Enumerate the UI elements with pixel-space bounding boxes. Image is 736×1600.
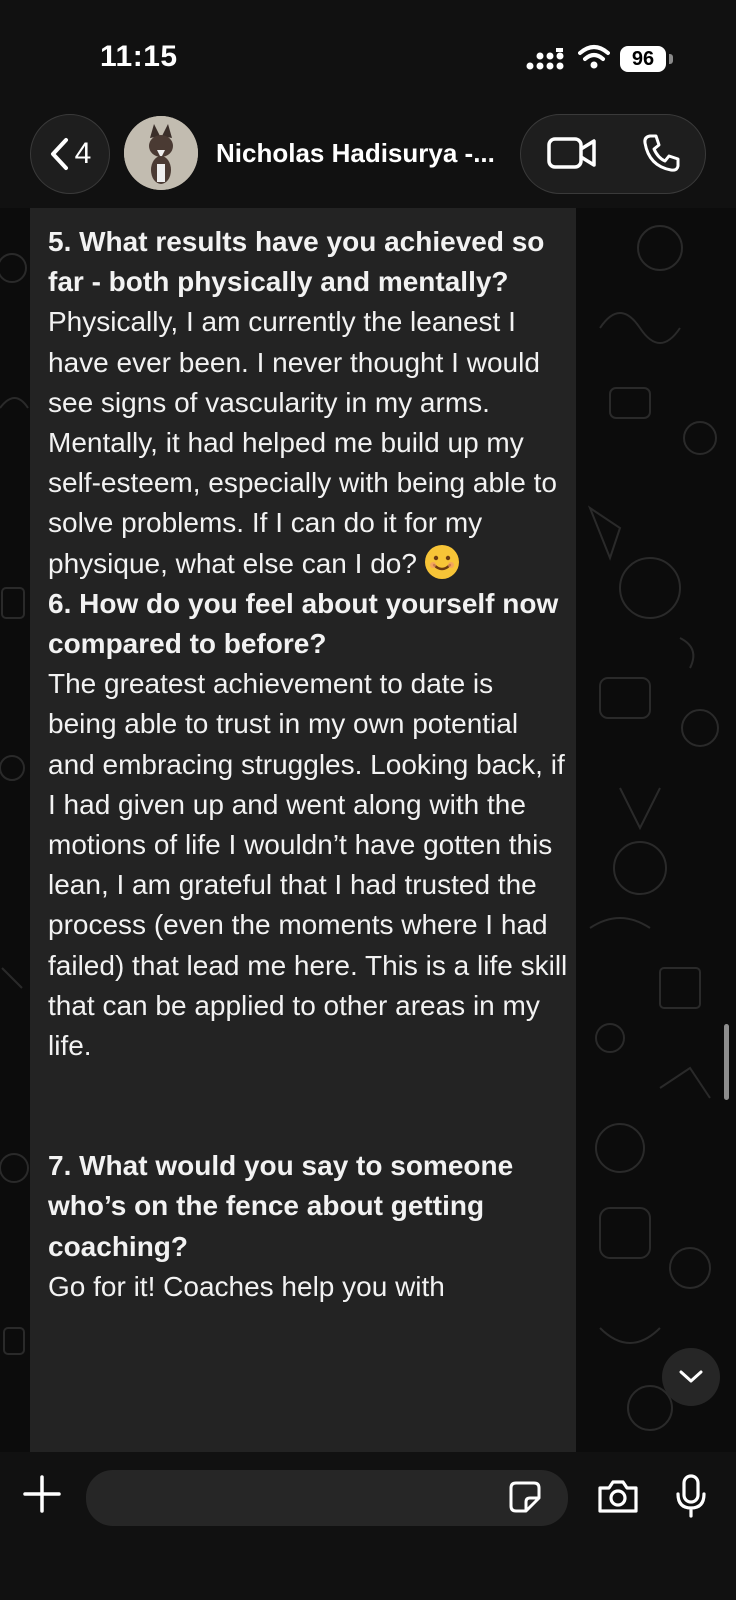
microphone-icon[interactable] [676, 1474, 706, 1518]
video-camera-icon[interactable] [547, 135, 597, 171]
scrollbar[interactable] [724, 1024, 729, 1100]
blank-lines [48, 1066, 568, 1146]
contact-avatar[interactable] [124, 116, 198, 190]
answer-6: The greatest achievement to date is bein… [48, 668, 568, 1062]
dog-photo-icon [124, 116, 198, 190]
status-bar: 11:15 96 [0, 0, 736, 110]
unread-count: 4 [74, 137, 92, 170]
chevron-left-icon [50, 138, 68, 170]
battery-tip [669, 54, 673, 64]
message-text: 5. What results have you achieved so far… [48, 222, 568, 1307]
sticker-icon[interactable] [508, 1480, 542, 1514]
phone-icon[interactable] [641, 133, 681, 173]
message-input[interactable] [86, 1470, 568, 1526]
scroll-to-bottom-button[interactable] [662, 1348, 720, 1406]
answer-5-mental-text: Mentally, it had helped me build up my s… [48, 427, 557, 579]
question-6: 6. How do you feel about yourself now co… [48, 587, 559, 660]
chevron-down-icon [679, 1370, 703, 1383]
cellular-signal-icon [526, 48, 564, 70]
plus-icon[interactable] [22, 1474, 62, 1514]
contact-name[interactable]: Nicholas Hadisurya -... [216, 138, 495, 169]
clock: 11:15 [100, 40, 178, 73]
answer-7-partial: Go for it! Coaches help you with [48, 1270, 445, 1302]
back-button[interactable]: 4 [30, 114, 110, 194]
answer-5-physical: Physically, I am currently the leanest I… [48, 306, 540, 418]
answer-5-mental: Mentally, it had helped me build up my s… [48, 423, 568, 584]
message-bubble[interactable]: 5. What results have you achieved so far… [30, 208, 576, 1452]
composer-bar [0, 1452, 736, 1600]
battery-level: 96 [620, 46, 666, 72]
smiling-face-emoji-icon [424, 544, 459, 579]
call-controls [520, 114, 706, 194]
camera-icon[interactable] [596, 1478, 640, 1514]
wifi-icon [578, 45, 610, 69]
question-7: 7. What would you say to someone who’s o… [48, 1150, 514, 1262]
question-5: 5. What results have you achieved so far… [48, 226, 545, 298]
chat-header: 4 Nicholas Hadisurya -... [0, 110, 736, 208]
